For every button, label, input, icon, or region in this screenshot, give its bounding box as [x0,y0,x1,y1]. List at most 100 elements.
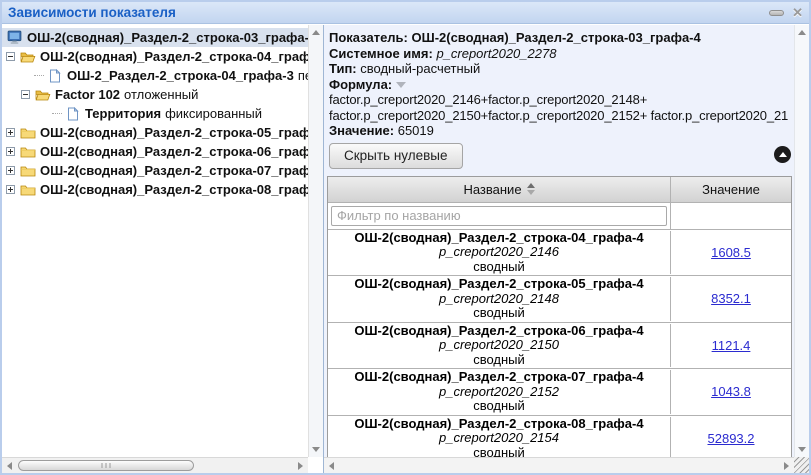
scroll-up-icon[interactable] [312,30,320,35]
scroll-down-icon[interactable] [798,447,806,452]
tree-item[interactable]: ОШ-2(сводная)_Раздел-2_строка-06_графа-4 [2,142,308,161]
dep-kind: сводный [473,398,525,413]
dep-value-link[interactable]: 52893.2 [708,431,755,446]
table-row: ОШ-2(сводная)_Раздел-2_строка-05_графа-4… [328,276,791,323]
folder-closed-icon [19,163,36,178]
tree-item-label: ОШ-2(сводная)_Раздел-2_строка-05_графа-4 [40,125,308,140]
dep-kind: сводный [473,305,525,320]
scrollbar-thumb[interactable] [18,460,194,471]
folder-open-icon [19,49,36,64]
tree-item[interactable]: ОШ-2(сводная)_Раздел-2_строка-04_графа-4 [2,47,308,66]
expand-toggle-icon[interactable] [6,128,15,137]
dep-system-name: p_creport2020_2150 [439,337,559,352]
formula-text-line2: factor.p_creport2020_2150+factor.p_crepo… [329,107,788,123]
tree-item-label: ОШ-2(сводная)_Раздел-2_строка-04_графа-4 [40,49,308,64]
folder-open-icon [34,87,51,102]
details-horizontal-scrollbar[interactable] [324,457,794,473]
collapse-panel-icon[interactable] [774,145,791,163]
column-header-name[interactable]: Название [328,176,671,202]
tree-item[interactable]: Территория фиксированный [2,104,308,123]
dependency-tree: ОШ-2(сводная)_Раздел-2_строка-03_графа-4… [2,25,308,457]
indicator-details: Показатель: ОШ-2(сводная)_Раздел-2_строк… [324,25,794,139]
expand-toggle-icon[interactable] [6,166,15,175]
tree-connector [52,113,62,114]
computer-icon [6,30,23,45]
tree-item[interactable]: ОШ-2(сводная)_Раздел-2_строка-05_графа-4 [2,123,308,142]
tree-item-label: ОШ-2(сводная)_Раздел-2_строка-07_графа-4 [40,163,308,178]
scroll-up-icon[interactable] [798,30,806,35]
type-value: сводный-расчетный [360,61,481,76]
table-row: ОШ-2(сводная)_Раздел-2_строка-04_графа-4… [328,229,791,276]
expand-toggle-icon[interactable] [6,147,15,156]
tree-item[interactable]: Factor 102 отложенный [2,85,308,104]
system-name-value: p_creport2020_2278 [436,45,557,61]
tree-horizontal-scrollbar[interactable] [2,457,308,473]
tree-item[interactable]: ОШ-2(сводная)_Раздел-2_строка-07_графа-4 [2,161,308,180]
dep-system-name: p_creport2020_2146 [439,244,559,259]
scroll-left-icon[interactable] [329,462,334,470]
collapse-toggle-icon[interactable] [6,52,15,61]
dep-kind: сводный [473,351,525,367]
dep-value-link[interactable]: 1121.4 [712,338,751,353]
sort-icon[interactable] [526,183,535,195]
dep-system-name: p_creport2020_2148 [439,290,559,306]
tree-panel: ОШ-2(сводная)_Раздел-2_строка-03_графа-4… [2,25,324,473]
dep-kind: сводный [473,258,525,274]
dep-value-link[interactable]: 1043.8 [711,384,751,399]
title-bar: Зависимости показателя ✕ [2,2,809,24]
dep-system-name: p_creport2020_2154 [439,430,559,445]
resize-grip-icon[interactable] [794,457,809,473]
expand-toggle-icon[interactable] [6,185,15,194]
tree-connector [34,75,44,76]
column-header-value[interactable]: Значение [671,177,791,202]
folder-closed-icon [19,182,36,197]
table-toolbar: Скрыть нулевые [324,142,794,174]
details-panel: Показатель: ОШ-2(сводная)_Раздел-2_строк… [324,25,809,473]
close-icon[interactable]: ✕ [792,6,803,19]
tree-item-root[interactable]: ОШ-2(сводная)_Раздел-2_строка-03_графа-4… [2,28,308,47]
tree-item-label: Factor 102 [55,87,121,102]
document-icon [64,106,81,121]
dependencies-table: Название Значение Фильтр по названию ОШ-… [327,175,792,457]
value-label: Значение: [329,123,395,138]
value-value: 65019 [397,123,434,138]
dep-name: ОШ-2(сводная)_Раздел-2_строка-05_графа-4 [354,276,644,291]
scroll-down-icon[interactable] [312,447,320,452]
formula-label: Формула: [329,76,393,92]
dep-name: ОШ-2(сводная)_Раздел-2_строка-04_графа-4 [354,229,644,245]
dep-system-name: p_creport2020_2152 [439,383,559,399]
window-title: Зависимости показателя [8,5,176,20]
details-vertical-scrollbar[interactable] [794,25,809,457]
scroll-left-icon[interactable] [7,462,12,470]
tree-item[interactable]: ОШ-2(сводная)_Раздел-2_строка-08_графа-4 [2,180,308,199]
tree-item-label: ОШ-2(сводная)_Раздел-2_строка-06_графа-4 [40,144,308,159]
hide-zeros-button[interactable]: Скрыть нулевые [329,142,463,169]
document-icon [46,68,63,83]
minimize-icon[interactable] [769,9,785,16]
system-name-label: Системное имя: [329,45,433,61]
indicator-value: ОШ-2(сводная)_Раздел-2_строка-03_графа-4 [411,30,701,45]
folder-closed-icon [19,125,36,140]
formula-text-line1: factor.p_creport2020_2146+factor.p_crepo… [329,92,648,107]
dep-value-link[interactable]: 1608.5 [711,245,751,260]
table-row: ОШ-2(сводная)_Раздел-2_строка-06_графа-4… [328,322,791,369]
dep-name: ОШ-2(сводная)_Раздел-2_строка-06_графа-4 [354,322,644,338]
scroll-right-icon[interactable] [784,462,789,470]
name-filter-input[interactable] [331,205,667,226]
scroll-right-icon[interactable] [298,462,303,470]
tree-item[interactable]: ОШ-2_Раздел-2_строка-04_графа-3 перви [2,66,308,85]
tree-vertical-scrollbar[interactable] [308,25,323,457]
dep-name: ОШ-2(сводная)_Раздел-2_строка-07_графа-4 [354,369,644,384]
dependencies-window: Зависимости показателя ✕ ОШ-2(сводная)_Р… [0,0,811,475]
tree-item-label: ОШ-2(сводная)_Раздел-2_строка-08_графа-4 [40,182,308,197]
tree-item-label: ОШ-2_Раздел-2_строка-04_графа-3 [67,68,294,83]
formula-expand-icon[interactable] [396,82,407,89]
table-row: ОШ-2(сводная)_Раздел-2_строка-07_графа-4… [328,369,791,416]
indicator-label: Показатель: [329,30,408,45]
collapse-toggle-icon[interactable] [21,90,30,99]
type-label: Тип: [329,61,357,76]
tree-item-label: ОШ-2(сводная)_Раздел-2_строка-03_графа-4 [27,30,308,45]
dep-value-link[interactable]: 8352.1 [711,291,751,306]
folder-closed-icon [19,144,36,159]
filter-row [328,202,791,230]
